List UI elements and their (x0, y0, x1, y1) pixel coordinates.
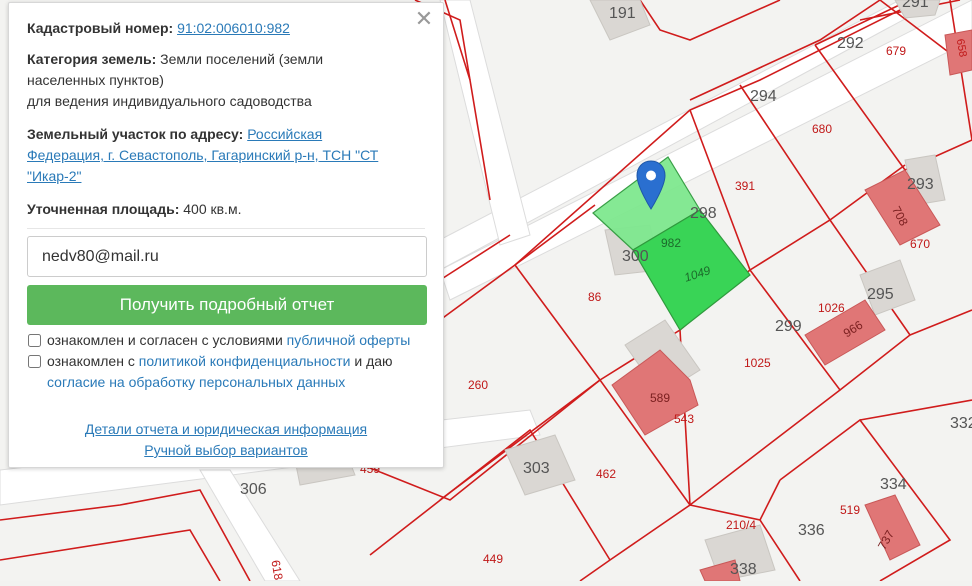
report-details-link[interactable]: Детали отчета и юридическая информация (85, 421, 367, 437)
building-number-label: 300 (622, 248, 649, 265)
parcel-number-label: 86 (588, 290, 602, 304)
email-field[interactable] (27, 236, 427, 277)
parcel-number-label: 1026 (818, 301, 845, 315)
consent-privacy-text: ознакомлен с (47, 353, 135, 369)
parcel-area-row: Уточненная площадь: 400 кв.м. (27, 199, 421, 220)
building-number-label: 298 (690, 205, 717, 222)
building-number-label: 334 (880, 476, 907, 493)
report-details-row: Детали отчета и юридическая информация (9, 419, 443, 439)
consent-offer-row: ознакомлен и согласен с условиями публич… (27, 330, 410, 351)
land-category-label: Категория земель: (27, 51, 157, 67)
get-report-button[interactable]: Получить подробный отчет (27, 285, 427, 325)
parcel-address-row: Земельный участок по адресу: Российская … (27, 124, 421, 187)
building-number-label: 338 (730, 561, 757, 578)
privacy-policy-link[interactable]: политикой конфиденциальности (139, 353, 351, 369)
consent-privacy-text-b: и даю (354, 353, 393, 369)
building-number-label: 293 (907, 176, 934, 193)
building-number-label: 336 (798, 522, 825, 539)
parcel-address-link[interactable]: Российская (247, 126, 322, 142)
building-number-label: 294 (750, 88, 777, 105)
consent-offer-text: ознакомлен и согласен с условиями (47, 332, 283, 348)
parcel-number-label: 519 (840, 503, 861, 517)
parcel-number-label: 449 (483, 552, 504, 566)
parcel-area-value: 400 кв.м. (183, 201, 242, 217)
land-use-value: для ведения индивидуального садоводства (27, 93, 312, 109)
parcel-number-label: 462 (596, 467, 617, 481)
building-number-label: 191 (609, 5, 636, 22)
building-number-label: 306 (240, 481, 267, 498)
consent-privacy-row: ознакомлен с политикой конфиденциальност… (27, 351, 393, 393)
parcel-number-label: 1025 (744, 356, 771, 370)
parcel-number-label: 670 (910, 237, 931, 251)
building-tag-label: 589 (650, 391, 671, 405)
parcel-number-label: 680 (812, 122, 833, 136)
building-number-label: 291 (902, 0, 929, 11)
parcel-number-label: 391 (735, 179, 756, 193)
parcel-number-label: 210/4 (726, 518, 757, 532)
parcel-number-label: 543 (674, 412, 695, 426)
parcel-address-label: Земельный участок по адресу: (27, 126, 244, 142)
land-category-value-cont: населенных пунктов) (27, 72, 164, 88)
parcel-address-link-cont[interactable]: Федерация, г. Севастополь, Гагаринский р… (27, 147, 378, 163)
land-category-value: Земли поселений (земли (160, 51, 324, 67)
parcel-number-label: 260 (468, 378, 489, 392)
parcel-number-label: 679 (886, 44, 907, 58)
building-number-label: 292 (837, 35, 864, 52)
land-category-row: Категория земель: Земли поселений (земли… (27, 49, 421, 112)
building-number-label: 295 (867, 286, 894, 303)
manual-selection-link[interactable]: Ручной выбор вариантов (144, 442, 308, 458)
building-number-label: 332 (950, 415, 972, 432)
consent-privacy-checkbox[interactable] (28, 355, 41, 368)
parcel-area-label: Уточненная площадь: (27, 201, 180, 217)
location-pin-icon[interactable] (636, 160, 666, 210)
cadastral-number-label: Кадастровый номер: (27, 20, 174, 36)
selected-parcel-label: 982 (661, 236, 682, 250)
parcel-info-panel: ✕ Кадастровый номер: 91:02:006010:982 Ка… (8, 2, 444, 468)
consent-offer-checkbox[interactable] (28, 334, 41, 347)
data-processing-link[interactable]: согласие на обработку персональных данны… (47, 374, 345, 390)
public-offer-link[interactable]: публичной оферты (287, 332, 411, 348)
cadastral-number-link[interactable]: 91:02:006010:982 (177, 20, 290, 36)
panel-divider (27, 228, 425, 229)
building-number-label: 303 (523, 460, 550, 477)
parcel-address-link-end[interactable]: "Икар-2" (27, 168, 81, 184)
manual-selection-row: Ручной выбор вариантов (9, 440, 443, 460)
cadastral-number-row: Кадастровый номер: 91:02:006010:982 (27, 18, 421, 39)
building-number-label: 299 (775, 318, 802, 335)
